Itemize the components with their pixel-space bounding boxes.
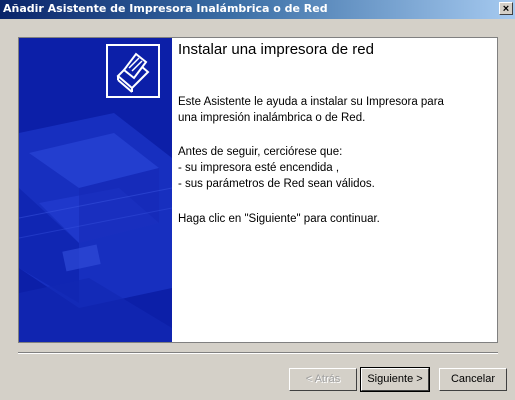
intro-line-1: Este Asistente le ayuda a instalar su Im… <box>178 96 444 108</box>
next-button[interactable]: Siguiente > <box>360 367 430 392</box>
back-button[interactable]: < Atrás <box>289 368 357 391</box>
button-separator <box>18 352 498 354</box>
checklist-heading: Antes de seguir, cerciórese que: <box>178 146 343 158</box>
printer-icon <box>106 44 160 98</box>
intro-line-2: una impresión inalámbrica o de Red. <box>178 112 366 124</box>
checklist-item-power: - su impresora esté encendida , <box>178 162 340 174</box>
close-icon: × <box>502 3 510 15</box>
window-title: Añadir Asistente de Impresora Inalámbric… <box>3 2 328 15</box>
cancel-button[interactable]: Cancelar <box>439 368 507 391</box>
checklist-item-network: - sus parámetros de Red sean válidos. <box>178 178 375 190</box>
wizard-content-panel: Instalar una impresora de red Este Asist… <box>18 37 498 343</box>
page-title: Instalar una impresora de red <box>178 41 374 58</box>
continue-instruction: Haga clic en "Siguiente" para continuar. <box>178 213 380 225</box>
title-bar[interactable]: Añadir Asistente de Impresora Inalámbric… <box>0 0 515 19</box>
wizard-window: Añadir Asistente de Impresora Inalámbric… <box>0 0 515 400</box>
wizard-side-art <box>19 38 172 342</box>
close-button[interactable]: × <box>499 2 513 15</box>
